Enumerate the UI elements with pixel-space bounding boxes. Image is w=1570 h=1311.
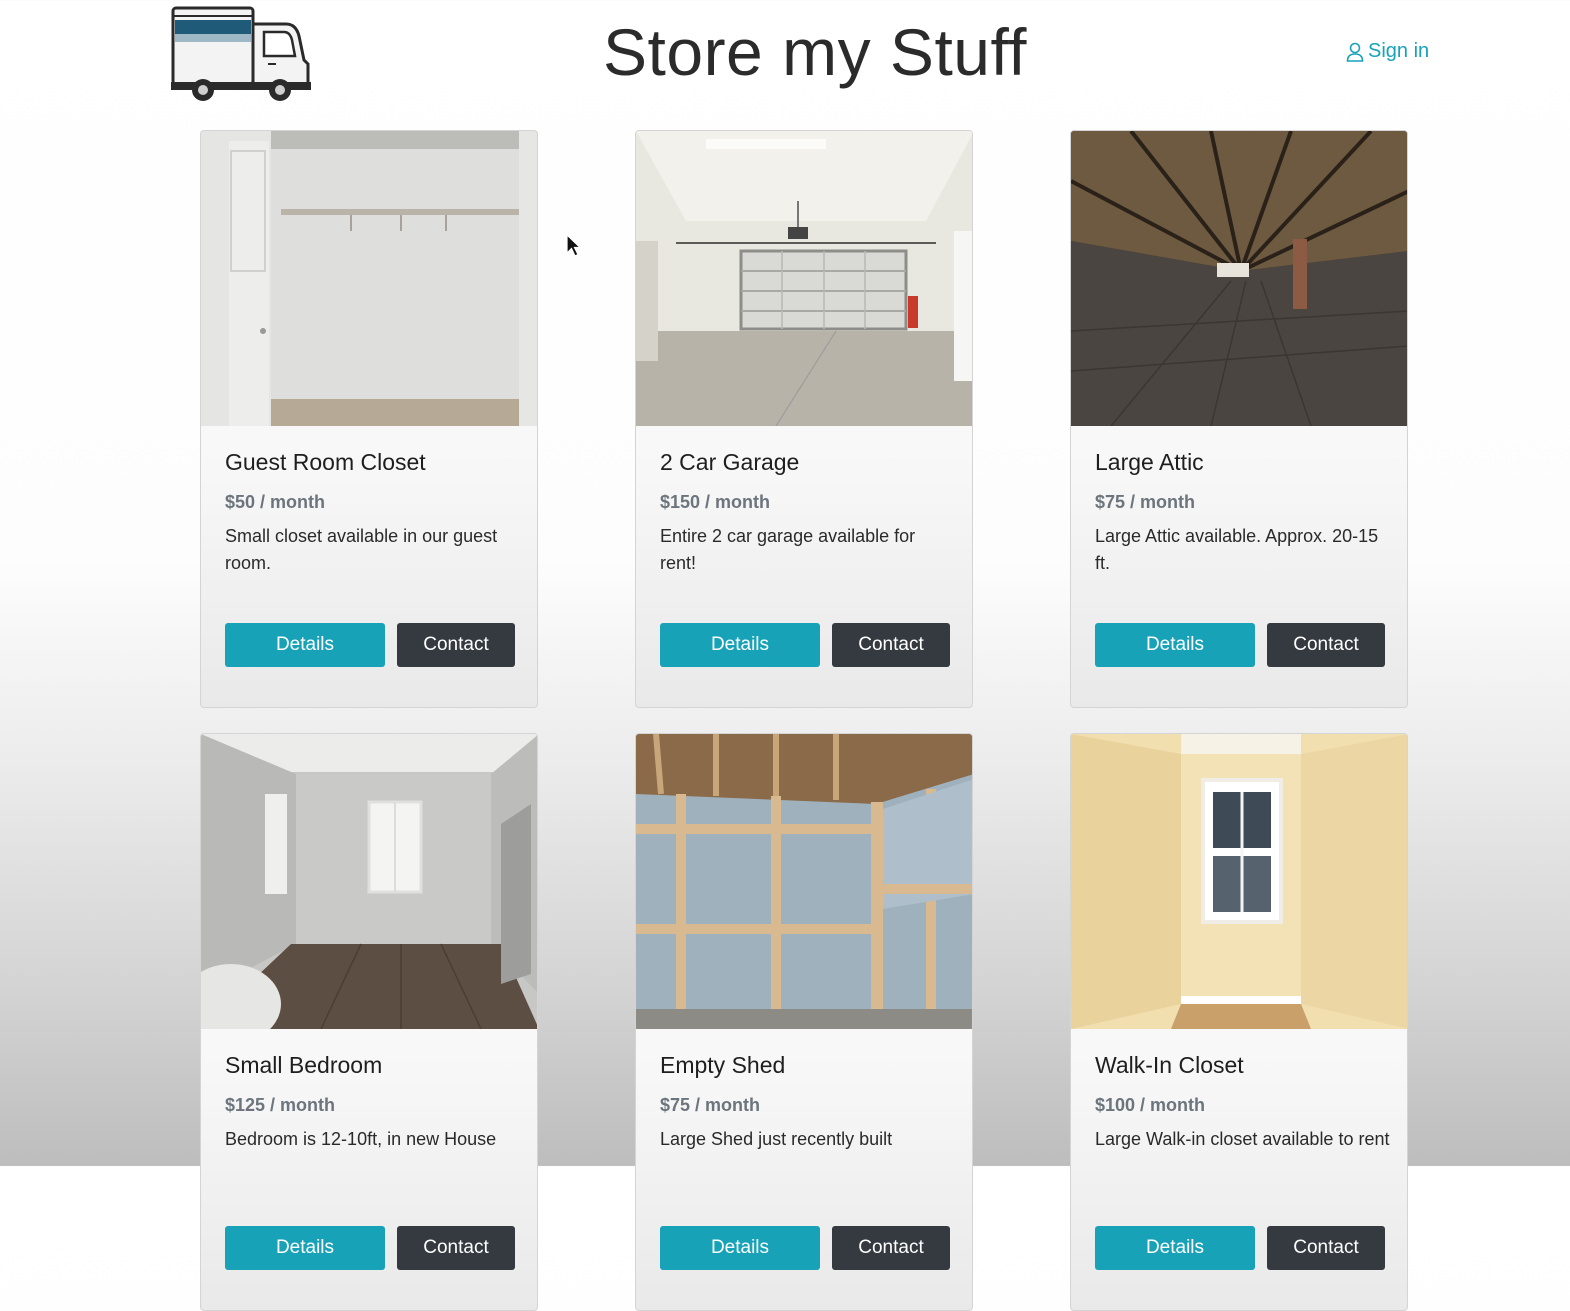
listing-price: $50 / month [225,492,326,512]
details-button[interactable]: Details [1095,1226,1255,1270]
listing-card: Large Attic $75 / month Large Attic avai… [1070,130,1408,708]
listing-description: Small closet available in our guest room… [225,526,498,573]
contact-button[interactable]: Contact [832,1226,950,1270]
listing-description: Large Shed just recently built [660,1129,893,1149]
site-header: Store my Stuff Sign in [0,0,1570,110]
attic-photo [1071,131,1407,426]
sign-in-label: Sign in [1368,40,1430,62]
listing-title[interactable]: Small Bedroom [225,1052,521,1079]
closet-photo [201,131,537,426]
contact-button[interactable]: Contact [397,1226,515,1270]
listing-title[interactable]: 2 Car Garage [660,449,956,476]
listing-description: Entire 2 car garage available for rent! [660,526,916,573]
listing-card: Empty Shed $75 / month Large Shed just r… [635,733,973,1311]
listing-title[interactable]: Guest Room Closet [225,449,521,476]
listing-card: Walk-In Closet $100 / month Large Walk-i… [1070,733,1408,1311]
listing-card: Guest Room Closet $50 / month Small clos… [200,130,538,708]
garage-photo [636,131,972,426]
listing-title[interactable]: Walk-In Closet [1095,1052,1391,1079]
listing-price: $100 / month [1095,1095,1206,1115]
listing-price: $75 / month [660,1095,761,1115]
contact-button[interactable]: Contact [1267,623,1385,667]
sign-in-link[interactable]: Sign in [1346,40,1429,63]
mouse-cursor-icon [566,234,582,257]
details-button[interactable]: Details [1095,623,1255,667]
listing-price: $150 / month [660,492,771,512]
contact-button[interactable]: Contact [832,623,950,667]
details-button[interactable]: Details [660,1226,820,1270]
details-button[interactable]: Details [225,623,385,667]
details-button[interactable]: Details [225,1226,385,1270]
walk-in-closet-photo [1071,734,1407,1029]
listing-price: $75 / month [1095,492,1196,512]
bedroom-photo [201,734,537,1029]
contact-button[interactable]: Contact [1267,1226,1385,1270]
listing-card: Small Bedroom $125 / month Bedroom is 12… [200,733,538,1311]
listing-description: Large Walk-in closet available to rent [1095,1129,1390,1149]
site-title: Store my Stuff [603,15,1027,89]
listing-price: $125 / month [225,1095,336,1115]
shed-photo [636,734,972,1029]
listing-description: Bedroom is 12-10ft, in new House [225,1129,497,1149]
listing-card: 2 Car Garage $150 / month Entire 2 car g… [635,130,973,708]
contact-button[interactable]: Contact [397,623,515,667]
listing-title[interactable]: Empty Shed [660,1052,956,1079]
details-button[interactable]: Details [660,623,820,667]
listing-description: Large Attic available. Approx. 20-15 ft. [1095,526,1379,573]
user-icon [1346,42,1364,62]
listing-title[interactable]: Large Attic [1095,449,1391,476]
